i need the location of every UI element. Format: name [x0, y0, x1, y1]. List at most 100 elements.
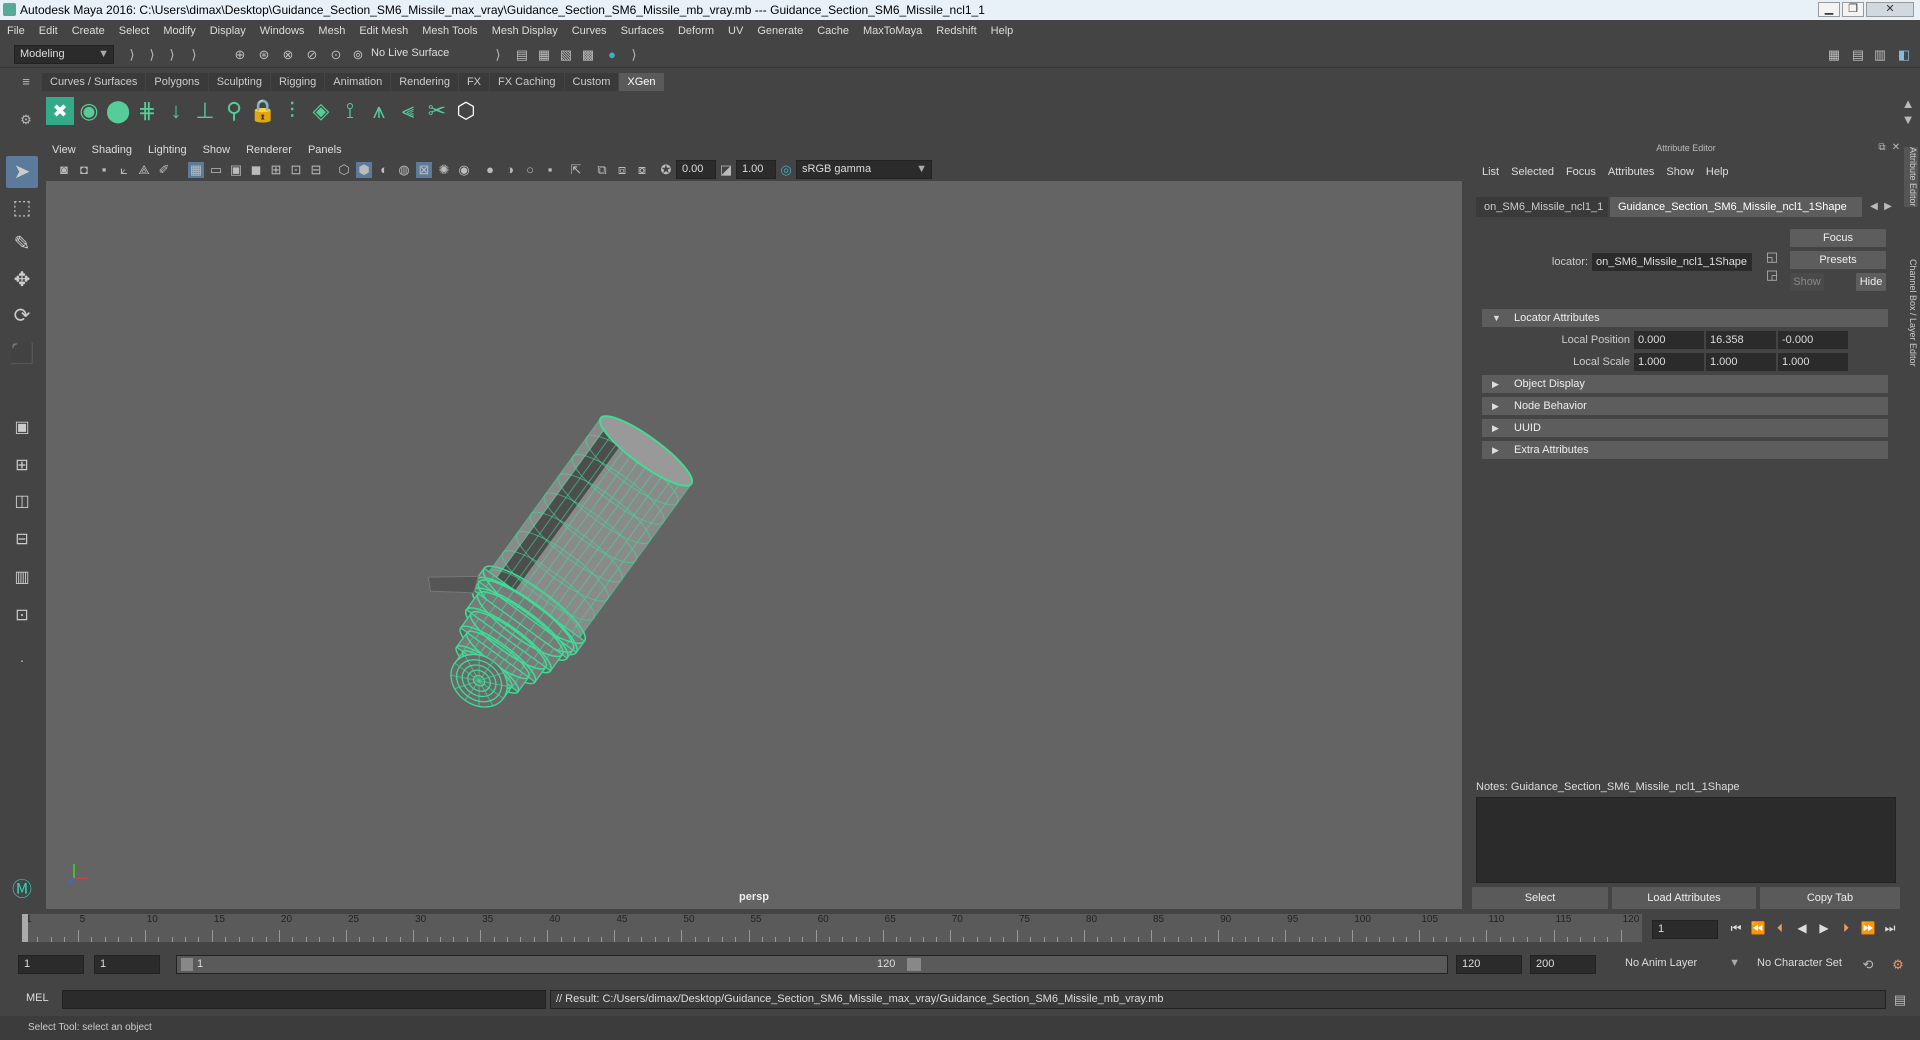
local-position-y-field[interactable]: 16.358 — [1706, 331, 1776, 349]
rotate-tool-icon[interactable]: ⟳ — [6, 300, 38, 332]
local-position-x-field[interactable]: 0.000 — [1634, 331, 1704, 349]
viewport-menu-lighting[interactable]: Lighting — [140, 141, 195, 159]
menu-help[interactable]: Help — [984, 20, 1021, 42]
xray-icon[interactable]: ⊠ — [416, 162, 432, 178]
select-button[interactable]: Select — [1472, 887, 1608, 909]
section-locator-attributes[interactable]: ▼ Locator Attributes — [1482, 309, 1888, 327]
grease-pencil-icon[interactable]: ✐ — [156, 162, 172, 178]
grid-icon[interactable]: ▦ — [188, 162, 204, 178]
field-chart-icon[interactable]: ⊞ — [268, 162, 284, 178]
select-object-icon[interactable]: ⊛ — [256, 47, 272, 63]
snap-grid-icon[interactable]: ⊘ — [304, 47, 320, 63]
play-forwards-icon[interactable]: ▶ — [1816, 920, 1832, 936]
render-settings-icon[interactable]: ▩ — [580, 47, 596, 63]
menu-display[interactable]: Display — [203, 20, 253, 42]
maximize-button[interactable]: ❐ — [1842, 2, 1864, 17]
image-plane-icon[interactable]: ⟀ — [116, 162, 132, 178]
shelf-scroll-down-icon[interactable]: ▼ — [1900, 112, 1916, 128]
menu-mesh[interactable]: Mesh — [311, 20, 352, 42]
select-tool-icon[interactable]: ➤ — [6, 156, 38, 188]
gamma-icon[interactable]: ◪ — [718, 162, 734, 178]
ae-menu-help[interactable]: Help — [1700, 165, 1735, 179]
menu-mesh-display[interactable]: Mesh Display — [485, 20, 565, 42]
anti-aliasing-icon[interactable]: ○ — [522, 162, 538, 178]
auto-key-icon[interactable]: ⟲ — [1860, 957, 1876, 973]
xgen-sculpt-icon[interactable]: ⫶ — [278, 97, 306, 125]
xgen-lasso-icon[interactable]: ⚲ — [220, 97, 248, 125]
menu-curves[interactable]: Curves — [565, 20, 614, 42]
viewport-menu-panels[interactable]: Panels — [300, 141, 350, 159]
more-layouts-icon[interactable]: · — [6, 644, 38, 676]
notes-textarea[interactable] — [1476, 797, 1896, 883]
viewport-menu-renderer[interactable]: Renderer — [238, 141, 300, 159]
channel-box-toggle-icon[interactable]: ◧ — [1896, 47, 1912, 63]
step-back-icon[interactable]: ⏪ — [1750, 920, 1766, 936]
four-pane-layout-icon[interactable]: ⊞ — [6, 450, 38, 482]
step-back-key-icon[interactable]: ⏴ — [1772, 920, 1788, 936]
copy-tab-button[interactable]: Copy Tab — [1760, 887, 1900, 909]
scale-tool-icon[interactable]: ⬛ — [6, 338, 38, 370]
shelf-tab-curves-surfaces[interactable]: Curves / Surfaces — [42, 73, 146, 91]
xgen-scissor-icon[interactable]: ✂ — [423, 97, 451, 125]
tool-settings-toggle-icon[interactable]: ▥ — [1872, 47, 1888, 63]
anim-layer-selector[interactable]: No Anim Layer ▼ — [1620, 955, 1744, 974]
tab-attribute-editor[interactable]: Attribute Editor — [1904, 147, 1918, 207]
2d-pan-zoom-icon[interactable]: ⟁ — [136, 162, 152, 178]
snap-point-icon[interactable]: ⊚ — [350, 47, 366, 63]
menu-edit[interactable]: Edit — [32, 20, 65, 42]
snap-curve-icon[interactable]: ⊙ — [328, 47, 344, 63]
section-node-behavior[interactable]: ▶ Node Behavior — [1482, 397, 1888, 415]
section-uuid[interactable]: ▶ UUID — [1482, 419, 1888, 437]
focus-button[interactable]: Focus — [1790, 229, 1886, 247]
exposure-icon[interactable]: ✪ — [658, 162, 674, 178]
ae-menu-selected[interactable]: Selected — [1505, 165, 1560, 179]
use-all-lights-icon[interactable]: ✺ — [436, 162, 452, 178]
menu-modify[interactable]: Modify — [156, 20, 202, 42]
current-frame-field[interactable]: 1 — [1652, 920, 1718, 939]
xgen-lock-icon[interactable]: 🔒 — [249, 97, 277, 125]
section-extra-attributes[interactable]: ▶ Extra Attributes — [1482, 441, 1888, 459]
range-end-handle[interactable] — [907, 958, 921, 971]
step-forward-icon[interactable]: ⏩ — [1860, 920, 1876, 936]
menu-deform[interactable]: Deform — [671, 20, 721, 42]
xgen-layer-icon[interactable]: ◈ — [307, 97, 335, 125]
shelf-tab-sculpting[interactable]: Sculpting — [208, 73, 270, 91]
isolate-select-icon[interactable]: ⇱ — [568, 162, 584, 178]
locator-name-field[interactable]: on_SM6_Missile_ncl1_1Shape — [1592, 253, 1752, 271]
xgen-guide-icon[interactable]: ⊥ — [191, 97, 219, 125]
select-hierarchy-icon[interactable]: ⊕ — [232, 47, 248, 63]
color-management-icon[interactable]: ◎ — [778, 162, 794, 178]
range-start-handle[interactable] — [181, 958, 193, 971]
ae-menu-show[interactable]: Show — [1660, 165, 1700, 179]
safe-title-icon[interactable]: ⊟ — [308, 162, 324, 178]
graph-layout-icon[interactable]: ⊟ — [6, 524, 38, 556]
menu-generate[interactable]: Generate — [750, 20, 810, 42]
xgen-x-icon[interactable]: ✖ — [46, 97, 74, 125]
film-gate-icon[interactable]: ▭ — [208, 162, 224, 178]
local-scale-y-field[interactable]: 1.000 — [1706, 353, 1776, 371]
go-to-start-icon[interactable]: ⏮ — [1728, 920, 1744, 936]
single-pane-layout-icon[interactable]: ▣ — [6, 412, 38, 444]
paint-select-tool-icon[interactable]: ✎ — [6, 228, 38, 260]
wireframe-icon[interactable]: ⬡ — [336, 162, 352, 178]
tab-scroll-right-icon[interactable]: ▶ — [1880, 199, 1896, 215]
hypershade-icon[interactable]: ● — [604, 47, 620, 63]
shelf-tab-fx-caching[interactable]: FX Caching — [490, 73, 564, 91]
shelf-scroll-up-icon[interactable]: ▲ — [1900, 96, 1916, 112]
xgen-eye-icon[interactable]: ◉ — [75, 97, 103, 125]
ambient-occlusion-icon[interactable]: ● — [482, 162, 498, 178]
camera-attributes-icon[interactable]: ◘ — [76, 162, 92, 178]
load-attributes-button[interactable]: Load Attributes — [1612, 887, 1756, 909]
xgen-brush-icon[interactable]: ⫷ — [394, 97, 422, 125]
viewport-menu-shading[interactable]: Shading — [84, 141, 140, 159]
depth-of-field-icon[interactable]: ▪ — [542, 162, 558, 178]
playback-end-field[interactable]: 120 — [1456, 955, 1522, 974]
hide-button[interactable]: Hide — [1856, 273, 1886, 291]
backface-culling-icon[interactable]: ⧇ — [634, 162, 650, 178]
xray-joints-icon[interactable]: ⧉ — [594, 162, 610, 178]
live-surface-field[interactable]: No Live Surface — [366, 45, 462, 64]
xgen-hex-icon[interactable]: ⬡ — [452, 97, 480, 125]
command-language-label[interactable]: MEL — [26, 992, 49, 1004]
local-scale-z-field[interactable]: 1.000 — [1778, 353, 1848, 371]
render-view-icon[interactable]: ▤ — [514, 47, 530, 63]
